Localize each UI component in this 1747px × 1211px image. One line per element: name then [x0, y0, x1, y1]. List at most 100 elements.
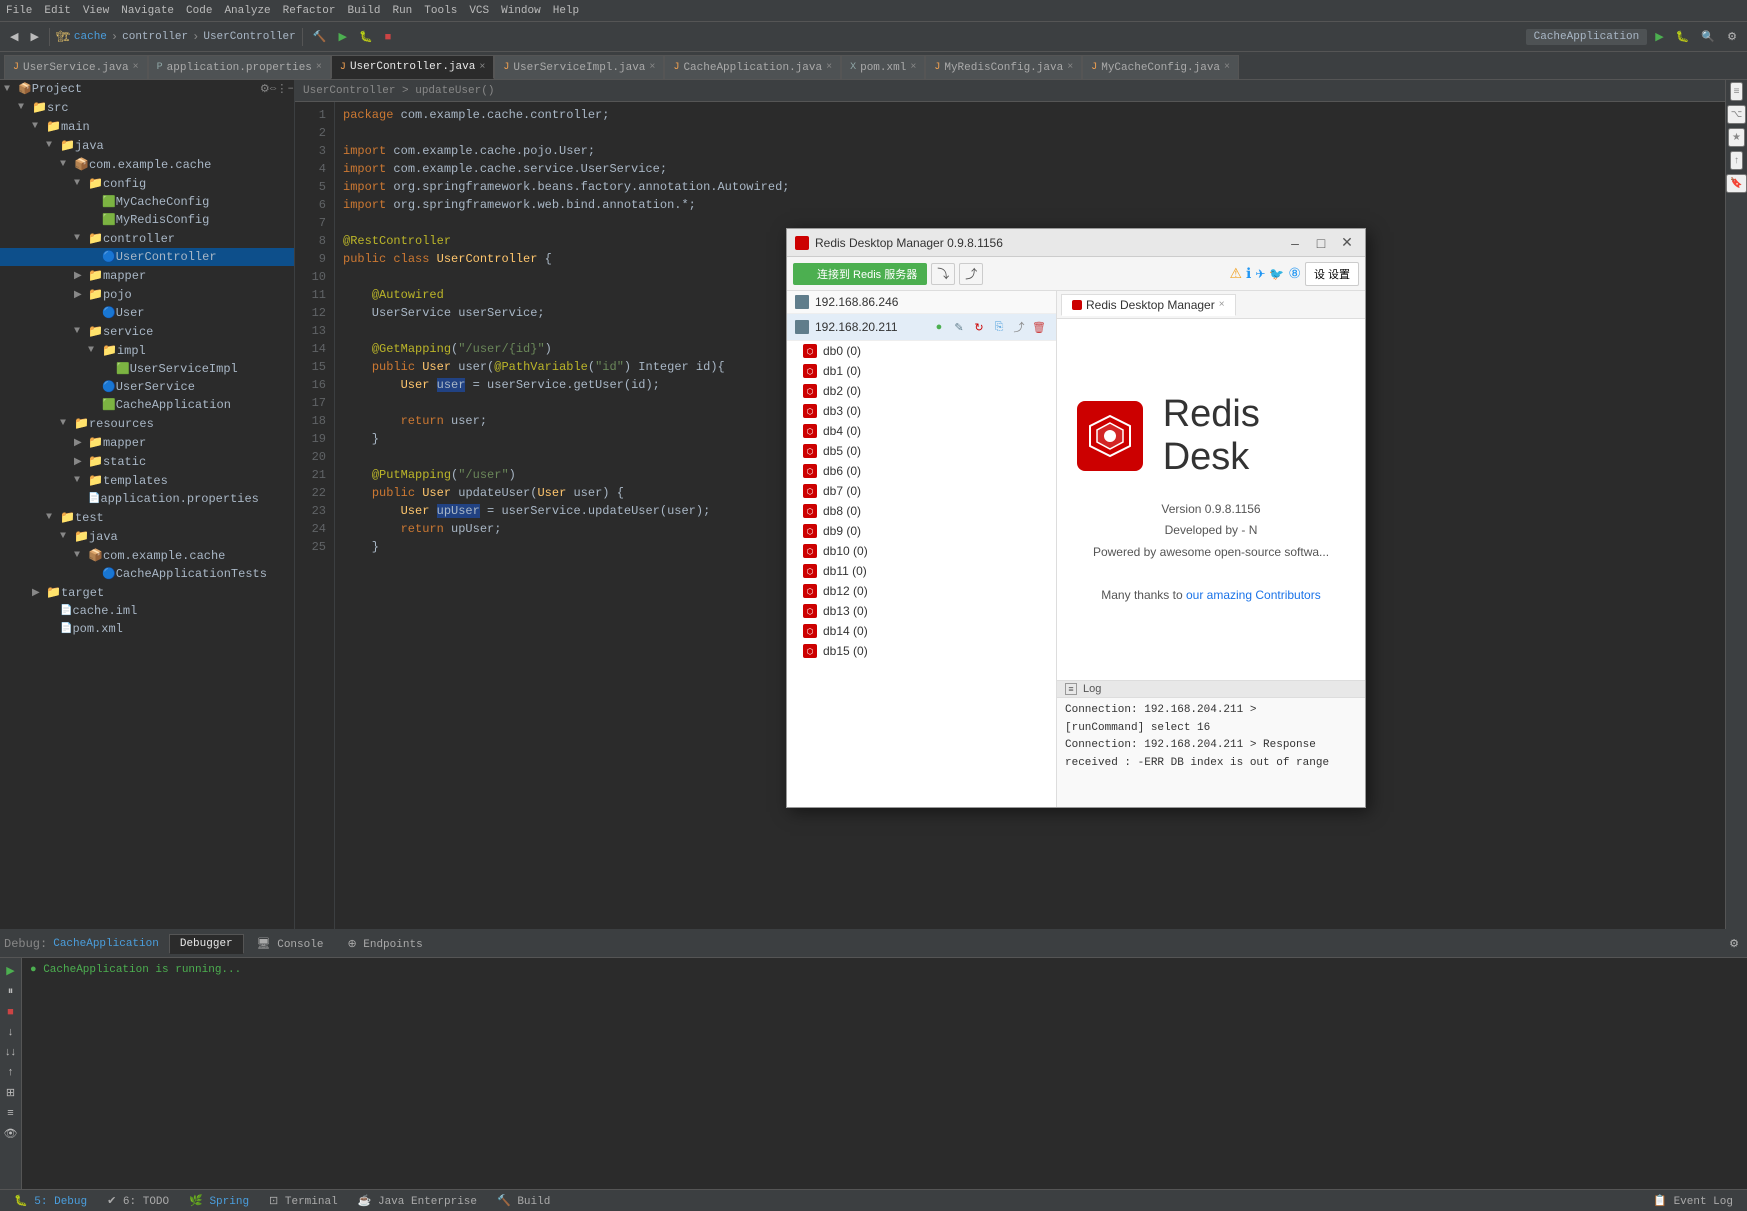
package-com-example[interactable]: ▼ 📦 com.example.cache [0, 155, 294, 174]
userservice-file[interactable]: 🔵 UserService [0, 378, 294, 396]
rdm-maximize[interactable]: □ [1311, 235, 1331, 251]
toolbar-run-btn[interactable]: ▶ [334, 28, 350, 45]
toolbar-run-config-debug[interactable]: 🐛 [1672, 28, 1694, 45]
menu-vcs[interactable]: VCS [469, 5, 489, 17]
myredisconfig-file[interactable]: 🟩 MyRedisConfig [0, 211, 294, 229]
project-gear[interactable]: ⚙ [260, 82, 270, 96]
rdm-db0[interactable]: db0 (0) [787, 341, 1056, 361]
tab-cacheapp[interactable]: J CacheApplication.java × [664, 55, 841, 79]
rdm-close[interactable]: ✕ [1337, 235, 1357, 251]
java-folder[interactable]: ▼ 📁 java [0, 136, 294, 155]
tab-close-mycacheconfig[interactable]: × [1224, 62, 1230, 73]
rdm-sa-reload[interactable]: ↻ [970, 318, 988, 336]
rdm-db15[interactable]: db15 (0) [787, 641, 1056, 661]
status-build[interactable]: 🔨 Build [491, 1194, 556, 1208]
rdm-sa-delete[interactable]: 🗑 [1030, 318, 1048, 336]
tab-userservice[interactable]: J UserService.java × [4, 55, 148, 79]
toolbar-settings[interactable]: ⚙ [1723, 28, 1741, 45]
project-collapse[interactable]: ⇔ [270, 83, 277, 95]
toolbar-stop-btn[interactable]: ■ [381, 29, 396, 45]
cacheiml-file[interactable]: 📄 cache.iml [0, 602, 294, 620]
impl-folder[interactable]: ▼ 📁 impl [0, 341, 294, 360]
src-folder[interactable]: ▼ 📁 src [0, 98, 294, 117]
mapper-resources-folder[interactable]: ▶ 📁 mapper [0, 433, 294, 452]
right-panel-structure[interactable]: ≡ [1730, 82, 1744, 101]
toolbar-run-config-run[interactable]: ▶ [1651, 28, 1667, 45]
toolbar-build-btn[interactable]: 🔨 [309, 28, 331, 45]
rdm-sa-edit[interactable]: ✎ [950, 318, 968, 336]
rdm-db4[interactable]: db4 (0) [787, 421, 1056, 441]
tab-close-appprops[interactable]: × [316, 62, 322, 73]
rdm-minimize[interactable]: – [1285, 235, 1305, 251]
debug-config-label[interactable]: CacheApplication [53, 938, 159, 950]
rdm-sa-clone[interactable]: ⎘ [990, 318, 1008, 336]
menu-navigate[interactable]: Navigate [121, 5, 174, 17]
right-panel-bookmarks[interactable]: 🔖 [1726, 174, 1746, 193]
controller-folder[interactable]: ▼ 📁 controller [0, 229, 294, 248]
debug-stop[interactable]: ■ [3, 1004, 18, 1020]
menu-tools[interactable]: Tools [424, 5, 457, 17]
toolbar-back[interactable]: ◀ [6, 28, 22, 45]
tab-close-userservice[interactable]: × [133, 62, 139, 73]
project-options[interactable]: ⋮ [276, 82, 287, 96]
rdm-contributors-link[interactable]: our amazing Contributors [1186, 588, 1321, 602]
rdm-db8[interactable]: db8 (0) [787, 501, 1056, 521]
rdm-db11[interactable]: db11 (0) [787, 561, 1056, 581]
tab-console[interactable]: 🖥 Console [246, 933, 335, 955]
rdm-main-tab-home[interactable]: Redis Desktop Manager × [1061, 294, 1236, 316]
rdm-sa-export[interactable]: ⤴ [1010, 318, 1028, 336]
status-eventlog[interactable]: 📋 Event Log [1647, 1194, 1739, 1208]
right-panel-vcs[interactable]: ↑ [1730, 151, 1743, 170]
status-spring[interactable]: 🌿 Spring [183, 1194, 255, 1208]
menu-refactor[interactable]: Refactor [283, 5, 336, 17]
pomxml-file[interactable]: 📄 pom.xml [0, 620, 294, 638]
tab-mycacheconfig[interactable]: J MyCacheConfig.java × [1082, 55, 1239, 79]
menu-edit[interactable]: Edit [44, 5, 70, 17]
rdm-db9[interactable]: db9 (0) [787, 521, 1056, 541]
cacheapplication-file[interactable]: 🟩 CacheApplication [0, 396, 294, 414]
rdm-import-btn[interactable]: ⤵ [931, 263, 955, 285]
menu-run[interactable]: Run [392, 5, 412, 17]
tab-debugger[interactable]: Debugger [169, 934, 244, 954]
rdm-db1[interactable]: db1 (0) [787, 361, 1056, 381]
toolbar-breadcrumb-file[interactable]: UserController [203, 31, 295, 43]
user-file[interactable]: 🔵 User [0, 304, 294, 322]
rdm-db3[interactable]: db3 (0) [787, 401, 1056, 421]
rdm-db12[interactable]: db12 (0) [787, 581, 1056, 601]
menu-build[interactable]: Build [347, 5, 380, 17]
cacheapptests-file[interactable]: 🔵 CacheApplicationTests [0, 565, 294, 583]
rdm-db2[interactable]: db2 (0) [787, 381, 1056, 401]
config-folder[interactable]: ▼ 📁 config [0, 174, 294, 193]
debug-stepover[interactable]: ↓ [4, 1024, 18, 1040]
rdm-db13[interactable]: db13 (0) [787, 601, 1056, 621]
project-root[interactable]: ▼ 📦 Project ⚙ ⇔ ⋮ – [0, 80, 294, 98]
right-panel-favorites[interactable]: ★ [1728, 128, 1745, 147]
rdm-server-2[interactable]: 192.168.20.211 ● ✎ ↻ ⎘ ⤴ 🗑 [787, 314, 1056, 341]
test-pkg[interactable]: ▼ 📦 com.example.cache [0, 546, 294, 565]
rdm-db5[interactable]: db5 (0) [787, 441, 1056, 461]
tab-close-cacheapp[interactable]: × [826, 62, 832, 73]
tab-usercontroller[interactable]: J UserController.java × [331, 55, 494, 79]
debug-variables[interactable]: ≡ [3, 1105, 17, 1121]
rdm-settings-button[interactable]: 设 设置 [1305, 262, 1359, 286]
appprops-file[interactable]: 📄 application.properties [0, 490, 294, 508]
toolbar-search[interactable]: 🔍 [1697, 28, 1719, 45]
debug-restart[interactable]: ▶ [2, 962, 18, 979]
rdm-db10[interactable]: db10 (0) [787, 541, 1056, 561]
debug-pause[interactable]: ⏸ [4, 983, 18, 1000]
tab-close-userserviceimpl[interactable]: × [649, 62, 655, 73]
rdm-db14[interactable]: db14 (0) [787, 621, 1056, 641]
tab-endpoints[interactable]: ⊕ Endpoints [336, 933, 433, 955]
status-debug[interactable]: 🐛 5: Debug [8, 1194, 93, 1208]
target-folder[interactable]: ▶ 📁 target [0, 583, 294, 602]
rdm-export-btn[interactable]: ⤴ [959, 263, 983, 285]
usercontroller-file[interactable]: 🔵 UserController [0, 248, 294, 266]
menu-file[interactable]: File [6, 5, 32, 17]
debug-frames[interactable]: ⊞ [2, 1084, 19, 1101]
menu-window[interactable]: Window [501, 5, 541, 17]
menu-help[interactable]: Help [553, 5, 579, 17]
toolbar-forward[interactable]: ▶ [26, 28, 42, 45]
rdm-main-tab-close[interactable]: × [1219, 299, 1225, 310]
menu-analyze[interactable]: Analyze [224, 5, 270, 17]
status-terminal[interactable]: ⊡ Terminal [263, 1194, 344, 1208]
